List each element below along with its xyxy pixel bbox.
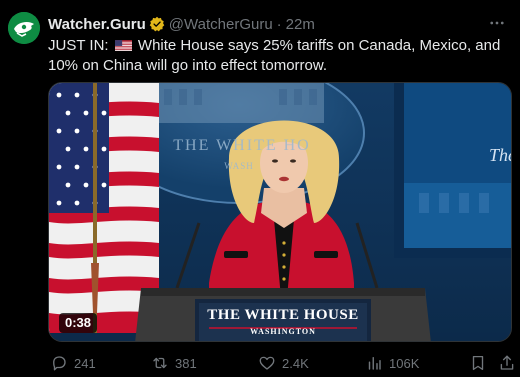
background-screen-text: The — [489, 145, 511, 165]
tweet-actions: 241 381 2.4K 106K — [48, 352, 518, 374]
video-duration: 0:38 — [59, 313, 98, 333]
avatar[interactable] — [8, 12, 40, 44]
repost-button[interactable]: 381 — [151, 352, 197, 374]
tweet-header: Watcher.Guru @WatcherGuru · 22m — [48, 14, 315, 34]
more-options-icon[interactable] — [488, 14, 506, 32]
like-button[interactable]: 2.4K — [258, 352, 309, 374]
tweet-text: JUST IN: White House says 25% tariffs on… — [48, 36, 510, 76]
view-count: 106K — [389, 355, 420, 371]
reply-button[interactable]: 241 — [50, 352, 96, 374]
share-button[interactable] — [498, 352, 516, 374]
header-separator: · — [276, 15, 282, 33]
podium-title: THE WHITE HOUSE — [207, 307, 359, 323]
podium-sign: THE WHITE HOUSE WASHINGTON — [197, 307, 369, 336]
author-name[interactable]: Watcher.Guru — [48, 16, 146, 33]
repost-count: 381 — [175, 355, 197, 371]
heart-icon — [259, 356, 275, 370]
share-icon — [500, 355, 514, 370]
like-count: 2.4K — [282, 355, 309, 371]
tweet-timestamp[interactable]: 22m — [286, 16, 315, 33]
podium-subtitle: WASHINGTON — [250, 327, 316, 336]
reply-count: 241 — [74, 355, 96, 371]
tweet[interactable]: Watcher.Guru @WatcherGuru · 22m JUST IN: — [0, 0, 520, 377]
seal-text: THE WHITE HO — [173, 137, 311, 154]
tweet-text-prefix: JUST IN: — [48, 37, 109, 54]
views-button[interactable]: 106K — [365, 352, 419, 374]
us-flag-icon — [114, 37, 132, 51]
seal-subtext: WASH — [224, 161, 254, 171]
video-frame — [49, 83, 511, 341]
video-player[interactable]: THE WHITE HO WASH The THE WHITE HOUSE WA… — [48, 82, 512, 342]
analytics-icon — [368, 357, 381, 370]
reply-icon — [53, 356, 66, 371]
repost-icon — [153, 357, 167, 369]
author-handle[interactable]: @WatcherGuru — [169, 16, 273, 33]
watcher-guru-logo-icon — [8, 12, 40, 44]
bookmark-button[interactable] — [469, 352, 487, 374]
bookmark-icon — [472, 355, 484, 371]
verified-badge-icon — [149, 16, 165, 32]
